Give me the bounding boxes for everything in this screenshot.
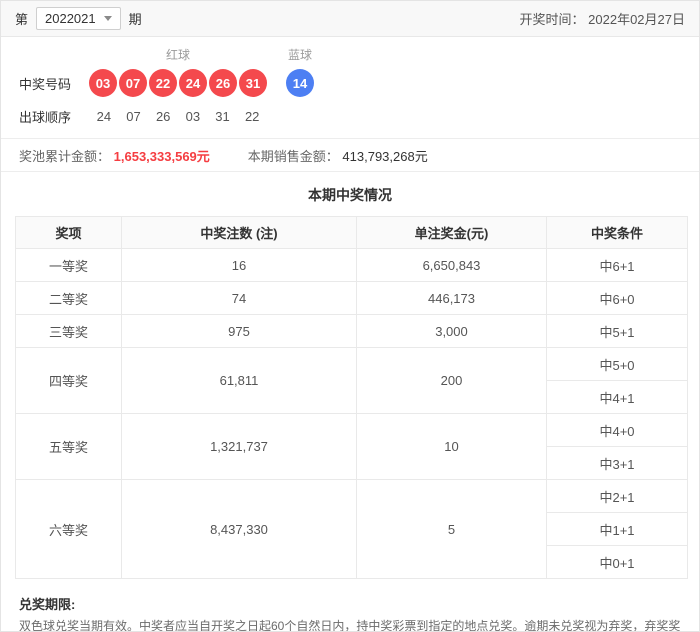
- cell-condition: 中2+1: [546, 479, 688, 513]
- table-row: 三等奖 975 3,000 中5+1: [15, 314, 688, 348]
- cell-count: 975: [121, 314, 357, 348]
- cell-amount: 3,000: [356, 314, 547, 348]
- cell-condition: 中5+1: [546, 314, 688, 348]
- ball-group-labels: 红球 蓝球: [19, 45, 699, 63]
- ball-order-number: 24: [96, 109, 112, 124]
- period-select-value: 2022021: [45, 11, 96, 26]
- cell-prize: 五等奖: [15, 413, 122, 480]
- cell-condition: 中1+1: [546, 512, 688, 546]
- jackpot-group: 奖池累计金额： 1,653,333,569元: [19, 146, 210, 165]
- table-header-cell: 奖项: [15, 216, 122, 249]
- table-row: 二等奖 74 446,173 中6+0: [15, 281, 688, 315]
- red-ball: 07: [119, 69, 147, 97]
- cell-condition: 中5+0: [546, 347, 688, 381]
- winning-numbers-label: 中奖号码: [19, 76, 72, 92]
- sales-group: 本期销售金额： 413,793,268元: [248, 146, 428, 165]
- pool-band: 奖池累计金额： 1,653,333,569元 本期销售金额： 413,793,2…: [1, 138, 699, 172]
- cell-amount: 6,650,843: [356, 248, 547, 282]
- table-header-cell: 中奖条件: [546, 216, 688, 249]
- cell-count: 61,811: [121, 347, 357, 414]
- ball-order-label: 出球顺序: [19, 110, 72, 125]
- prize-table-title: 本期中奖情况: [308, 187, 392, 203]
- period-selector-group: 第 2022021 期: [15, 7, 142, 30]
- cell-prize: 四等奖: [15, 347, 122, 414]
- ball-order-number: 03: [185, 109, 201, 124]
- cell-prize: 三等奖: [15, 314, 122, 348]
- period-select[interactable]: 2022021: [36, 7, 121, 30]
- lottery-result-page: 第 2022021 期 开奖时间： 2022年02月27日 红球 蓝球 中奖号码…: [0, 0, 700, 632]
- period-suffix-label: 期: [128, 12, 142, 27]
- table-row: 五等奖 1,321,737 10 中4+0: [15, 413, 688, 480]
- draw-time-value: 2022年02月27日: [588, 12, 685, 27]
- cell-count: 8,437,330: [121, 479, 357, 579]
- winning-numbers-row: 中奖号码 03 07 22 24 26 31 14: [19, 69, 699, 97]
- numbers-section: 红球 蓝球 中奖号码 03 07 22 24 26 31 14 出球顺序 24 07 26 03…: [1, 37, 699, 138]
- ball-order-number: 22: [244, 109, 260, 124]
- draw-time-label: 开奖时间：: [519, 12, 585, 27]
- ball-order-number: 26: [155, 109, 171, 124]
- cell-amount: 446,173: [356, 281, 547, 315]
- red-group-label: 红球: [165, 47, 190, 62]
- cell-condition: 中0+1: [546, 545, 688, 579]
- chevron-down-icon: [103, 16, 112, 21]
- ball-order-number: 07: [126, 109, 141, 124]
- table-header-row: 奖项 中奖注数 (注) 单注奖金(元) 中奖条件: [15, 216, 688, 249]
- cell-amount: 10: [356, 413, 547, 480]
- cell-condition: 中3+1: [546, 446, 688, 480]
- prize-table-section: 本期中奖情况 奖项 中奖注数 (注) 单注奖金(元) 中奖条件 一等奖 16 6,650,…: [1, 172, 699, 579]
- topbar: 第 2022021 期 开奖时间： 2022年02月27日: [1, 1, 699, 37]
- ball-order-values: 24 07 26 03 31 22: [89, 109, 267, 124]
- red-ball: 26: [209, 69, 237, 97]
- cell-amount: 200: [356, 347, 547, 414]
- cell-prize: 一等奖: [15, 248, 122, 282]
- prize-table: 奖项 中奖注数 (注) 单注奖金(元) 中奖条件 一等奖 16 6,650,843 中6+1…: [15, 216, 688, 579]
- blue-group-label: 蓝球: [287, 47, 312, 62]
- redeem-notice-title: 兑奖期限:: [19, 597, 76, 612]
- jackpot-value: 1,653,333,569元: [113, 148, 210, 164]
- table-header-cell: 中奖注数 (注): [121, 216, 357, 249]
- cell-prize: 六等奖: [15, 479, 122, 579]
- table-row: 一等奖 16 6,650,843 中6+1: [15, 248, 688, 282]
- cell-condition: 中4+0: [546, 413, 688, 447]
- blue-ball: 14: [286, 69, 314, 97]
- cell-count: 1,321,737: [121, 413, 357, 480]
- cell-amount: 5: [356, 479, 547, 579]
- cell-count: 74: [121, 281, 357, 315]
- cell-condition: 中6+1: [546, 248, 688, 282]
- period-prefix-label: 第: [15, 12, 29, 27]
- table-body: 一等奖 16 6,650,843 中6+1 二等奖 74 446,173 中6+0 三等奖 975…: [15, 248, 688, 579]
- sales-label: 本期销售金额：: [247, 148, 339, 164]
- ball-order-number: 31: [215, 109, 230, 124]
- red-ball: 31: [239, 69, 267, 97]
- red-ball: 03: [89, 69, 117, 97]
- jackpot-label: 奖池累计金额：: [19, 148, 111, 164]
- cell-prize: 二等奖: [15, 281, 122, 315]
- cell-condition: 中6+0: [546, 281, 688, 315]
- table-header-cell: 单注奖金(元): [356, 216, 547, 249]
- cell-condition: 中4+1: [546, 380, 688, 414]
- draw-time: 开奖时间： 2022年02月27日: [520, 9, 685, 28]
- ball-order-row: 出球顺序 24 07 26 03 31 22: [19, 107, 699, 126]
- table-row: 六等奖 8,437,330 5 中2+1: [15, 479, 688, 579]
- table-row: 四等奖 61,811 200 中5+0: [15, 347, 688, 414]
- cell-count: 16: [121, 248, 357, 282]
- red-balls: 03 07 22 24 26 31: [89, 69, 267, 97]
- sales-value: 413,793,268元: [342, 148, 428, 164]
- red-ball: 24: [179, 69, 207, 97]
- redeem-notice-text: 双色球兑奖当期有效。中奖者应当自开奖之日起60个自然日内，持中奖彩票到指定的地点…: [19, 619, 681, 632]
- red-ball: 22: [149, 69, 177, 97]
- redeem-notice: 兑奖期限: 双色球兑奖当期有效。中奖者应当自开奖之日起60个自然日内，持中奖彩票…: [1, 579, 699, 632]
